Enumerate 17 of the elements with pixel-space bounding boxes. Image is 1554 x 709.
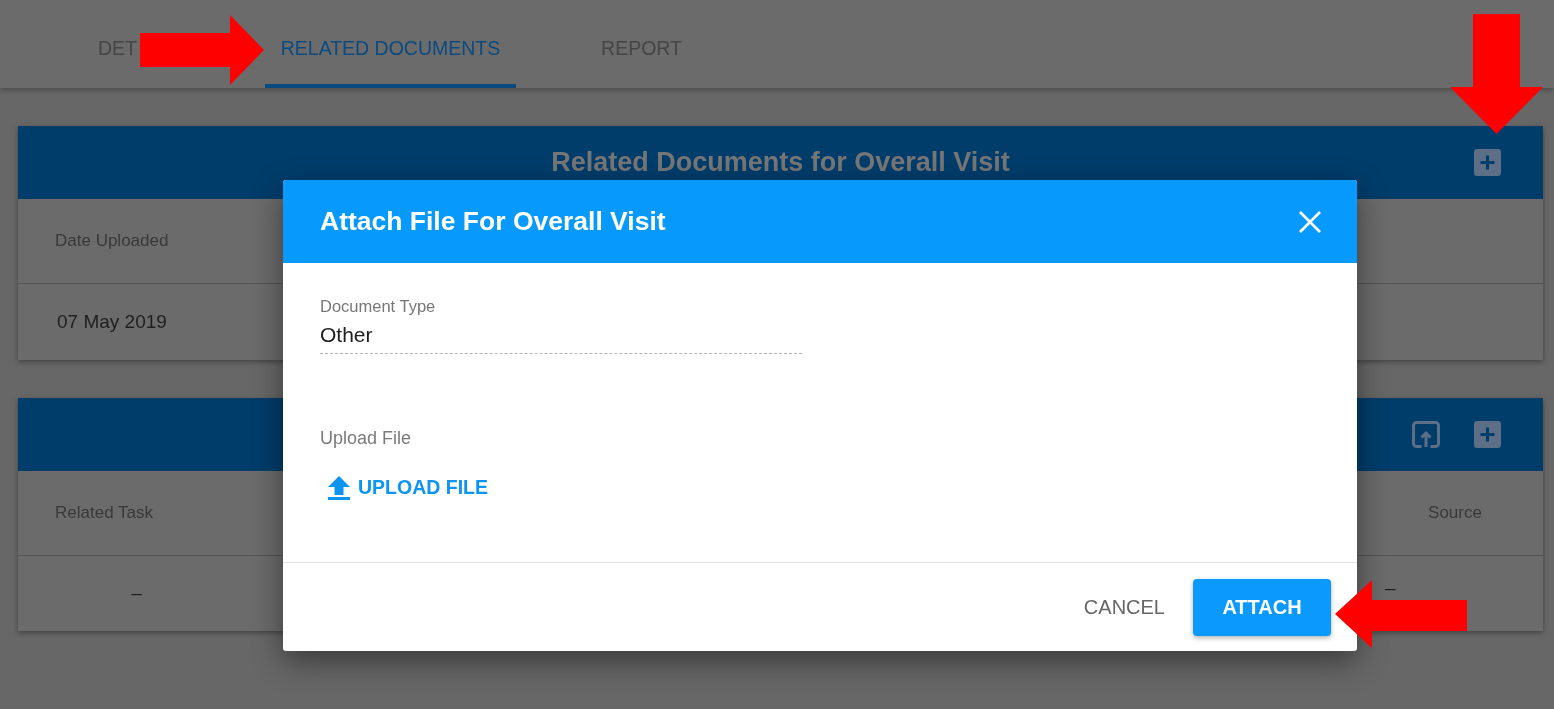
panel-title: Related Documents for Overall Visit — [551, 146, 1010, 178]
attach-button[interactable]: ATTACH — [1193, 578, 1331, 636]
upload-icon — [327, 475, 351, 501]
close-icon[interactable] — [1298, 209, 1322, 234]
field-label: Document Type — [320, 296, 436, 316]
upload-file-button[interactable]: UPLOAD FILE — [320, 471, 492, 505]
field-label: Upload File — [320, 427, 412, 449]
document-type-field[interactable]: Other — [320, 316, 802, 354]
dialog-title: Attach File For Overall Visit — [320, 205, 666, 238]
table-cell: 07 May 2019 — [57, 311, 167, 333]
table-cell: – — [1385, 577, 1396, 599]
plus-icon[interactable] — [1474, 149, 1501, 176]
cancel-button[interactable]: CANCEL — [1069, 582, 1179, 632]
tab[interactable]: RELATED DOCUMENTS — [265, 0, 516, 88]
table-cell: – — [131, 583, 142, 604]
upload-icon[interactable] — [1412, 421, 1440, 448]
plus-icon[interactable] — [1474, 421, 1501, 448]
